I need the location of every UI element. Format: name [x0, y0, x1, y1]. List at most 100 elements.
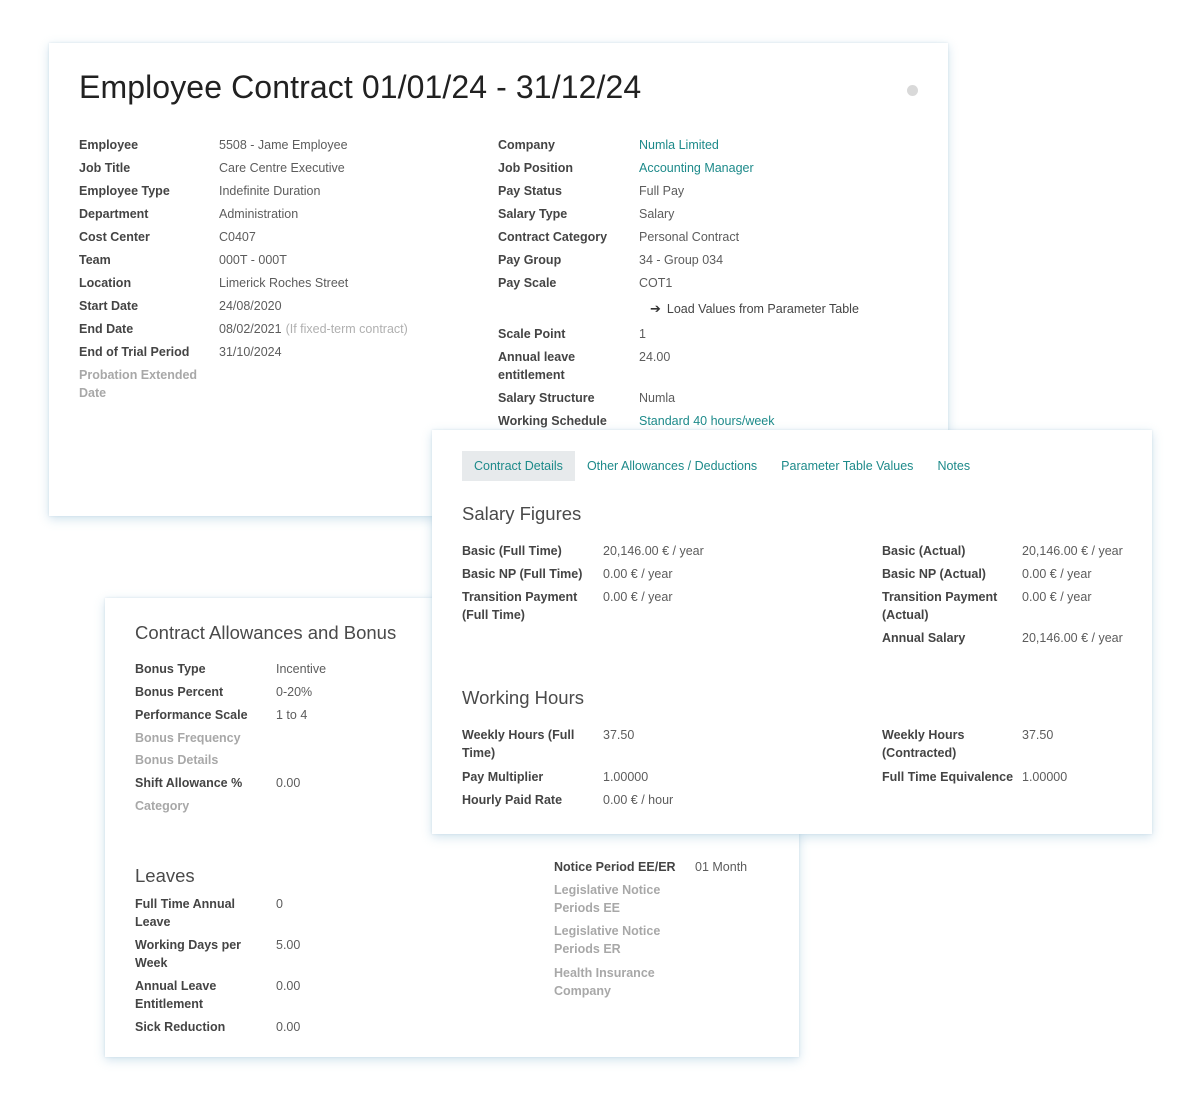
working-hours-title: Working Hours [462, 687, 585, 708]
load-values-label: Load Values from Parameter Table [666, 302, 859, 316]
amount: 0.00 € [603, 590, 642, 604]
field-value[interactable]: 20,146.00 € / year [1022, 542, 1123, 560]
field-label: Start Date [79, 299, 139, 313]
field-label: Legislative Notice Periods EE [554, 883, 661, 915]
company-link[interactable]: Numla Limited [639, 136, 719, 154]
field-label: Bonus Type [135, 662, 206, 676]
load-values-button[interactable]: ➔ Load Values from Parameter Table [650, 301, 859, 317]
field-value[interactable]: 01 Month [695, 858, 747, 876]
field-label: Salary Type [498, 207, 568, 221]
field-label: Full Time Equivalence [882, 770, 1014, 784]
field-value[interactable]: 34 - Group 034 [639, 251, 723, 269]
field-value[interactable]: 0.00 [276, 977, 300, 995]
field-label: Basic NP (Full Time) [462, 567, 583, 581]
field-label: Pay Scale [498, 276, 557, 290]
field-label: Department [79, 207, 149, 221]
field-value[interactable]: Indefinite Duration [219, 182, 320, 200]
field-value[interactable]: 5.00 [276, 936, 300, 954]
working-schedule-link[interactable]: Standard 40 hours/week [639, 412, 775, 430]
field-value[interactable]: Limerick Roches Street [219, 274, 348, 292]
field-label: Annual Leave Entitlement [135, 979, 217, 1011]
field-label: Bonus Percent [135, 685, 224, 699]
tab-bar: Contract Details Other Allowances / Dedu… [462, 451, 982, 481]
field-label: Job Title [79, 161, 131, 175]
amount: 0.00 € [1022, 567, 1061, 581]
field-value[interactable]: 37.50 [1022, 726, 1053, 744]
field-value[interactable]: 37.50 [603, 726, 634, 744]
field-label: Contract Category [498, 230, 608, 244]
field-label: Annual leave entitlement [498, 350, 576, 382]
unit: / year [1091, 631, 1123, 645]
job-position-link[interactable]: Accounting Manager [639, 159, 754, 177]
field-label: Cost Center [79, 230, 150, 244]
leaves-title: Leaves [135, 865, 195, 886]
field-label: Pay Multiplier [462, 770, 544, 784]
unit: / hour [641, 793, 674, 807]
field-value[interactable]: 20,146.00 € / year [1022, 629, 1123, 647]
field-value[interactable]: 0 [276, 895, 283, 913]
field-value[interactable]: 1 [639, 325, 646, 343]
field-value[interactable]: 0.00 € / hour [603, 791, 673, 809]
amount: 0.00 € [1022, 590, 1061, 604]
unit: / year [1091, 544, 1123, 558]
status-indicator-icon[interactable] [907, 85, 918, 96]
field-label: Performance Scale [135, 708, 248, 722]
field-value[interactable]: Full Pay [639, 182, 684, 200]
amount: 20,146.00 € [1022, 544, 1092, 558]
field-value[interactable]: Numla [639, 389, 675, 407]
tab-parameter-table-values[interactable]: Parameter Table Values [769, 451, 925, 481]
field-label: Scale Point [498, 327, 566, 341]
tab-notes[interactable]: Notes [925, 451, 982, 481]
field-value[interactable]: Incentive [276, 660, 326, 678]
field-label: Working Schedule [498, 414, 607, 428]
field-value[interactable]: 0.00 [276, 1018, 300, 1036]
tab-contract-details[interactable]: Contract Details [462, 451, 575, 481]
field-value[interactable]: 31/10/2024 [219, 343, 282, 361]
field-value[interactable]: Personal Contract [639, 228, 739, 246]
field-value: 08/02/2021 (If fixed-term contract) [219, 320, 408, 338]
field-value[interactable]: COT1 [639, 274, 672, 292]
field-label: Team [79, 253, 111, 267]
page-title: Employee Contract 01/01/24 - 31/12/24 [79, 69, 642, 105]
unit: / year [1060, 567, 1092, 581]
field-value[interactable]: 1 to 4 [276, 706, 307, 724]
tab-other-allowances[interactable]: Other Allowances / Deductions [575, 451, 769, 481]
field-value[interactable]: 0.00 € / year [603, 565, 673, 583]
amount: 0.00 € [603, 793, 642, 807]
unit: / year [672, 544, 704, 558]
field-value[interactable]: Salary [639, 205, 674, 223]
field-value[interactable]: 1.00000 [1022, 768, 1067, 786]
field-value[interactable]: 0.00 € / year [603, 588, 673, 606]
allowances-title: Contract Allowances and Bonus [135, 622, 397, 643]
end-date-value[interactable]: 08/02/2021 [219, 322, 282, 336]
arrow-right-icon: ➔ [650, 301, 661, 316]
field-label: Annual Salary [882, 631, 966, 645]
field-label: Basic NP (Actual) [882, 567, 986, 581]
field-label: End Date [79, 322, 134, 336]
field-label: Hourly Paid Rate [462, 793, 563, 807]
field-value[interactable]: 0.00 [276, 774, 300, 792]
field-value[interactable]: 24.00 [639, 348, 670, 366]
field-label: Company [498, 138, 555, 152]
field-label: Employee [79, 138, 139, 152]
field-value[interactable]: 0.00 € / year [1022, 588, 1092, 606]
contract-details-card: Contract Details Other Allowances / Dedu… [432, 430, 1152, 834]
field-value[interactable]: 000T - 000T [219, 251, 287, 269]
field-value[interactable]: Care Centre Executive [219, 159, 345, 177]
field-value[interactable]: 24/08/2020 [219, 297, 282, 315]
field-label: Transition Payment (Actual) [882, 590, 998, 622]
unit: / year [641, 567, 673, 581]
field-label: Job Position [498, 161, 573, 175]
field-value[interactable]: 1.00000 [603, 768, 648, 786]
field-label: Health Insurance Company [554, 966, 655, 998]
salary-figures-title: Salary Figures [462, 503, 582, 524]
field-value[interactable]: 5508 - Jame Employee [219, 136, 348, 154]
field-value[interactable]: 0-20% [276, 683, 312, 701]
field-label: Bonus Frequency [135, 731, 241, 745]
field-value[interactable]: C0407 [219, 228, 256, 246]
field-value[interactable]: 20,146.00 € / year [603, 542, 704, 560]
field-value[interactable]: Administration [219, 205, 298, 223]
field-label: Weekly Hours (Contracted) [882, 728, 965, 760]
field-value[interactable]: 0.00 € / year [1022, 565, 1092, 583]
unit: / year [641, 590, 673, 604]
